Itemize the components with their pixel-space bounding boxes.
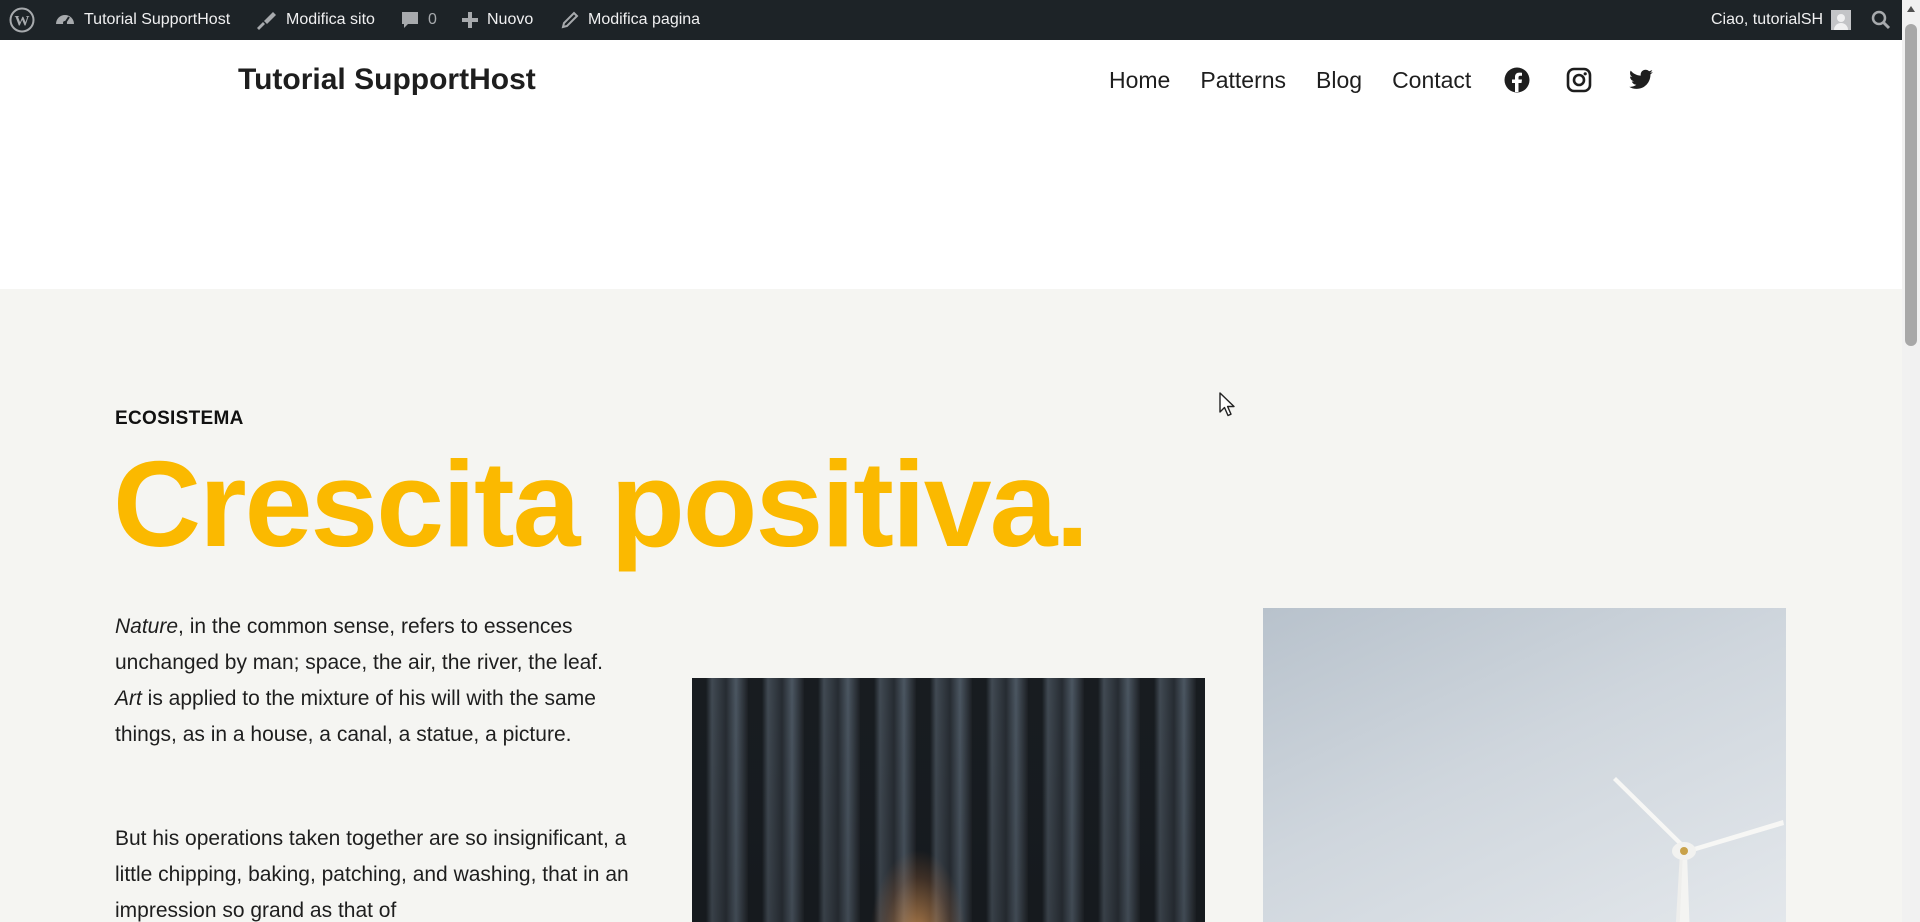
comments-count: 0 xyxy=(428,11,437,28)
scroll-up-arrow-icon[interactable] xyxy=(1902,0,1920,18)
hero-paragraph-2: But his operations taken together are so… xyxy=(115,827,629,922)
section-eyebrow: ECOSISTEMA xyxy=(115,408,244,429)
wordpress-menu[interactable]: W xyxy=(9,0,35,40)
account-menu[interactable]: Ciao, tutorialSH xyxy=(1711,0,1852,40)
wind-turbine-photo xyxy=(1263,608,1786,922)
admin-search[interactable] xyxy=(1871,0,1891,40)
site-name-menu[interactable]: Tutorial SupportHost xyxy=(54,0,230,40)
edit-page-menu[interactable]: Modifica pagina xyxy=(560,0,700,40)
wind-turbine-illustration xyxy=(1613,777,1784,922)
comments-menu[interactable]: 0 xyxy=(400,0,437,40)
svg-text:W: W xyxy=(15,14,30,30)
search-icon xyxy=(1871,10,1891,30)
site-title[interactable]: Tutorial SupportHost xyxy=(238,60,536,100)
art-emphasis: Art xyxy=(115,687,142,710)
pencil-icon xyxy=(560,10,580,30)
page-scrollbar[interactable] xyxy=(1902,0,1920,922)
site-name-label: Tutorial SupportHost xyxy=(84,11,231,28)
forest-photo xyxy=(692,678,1205,922)
edit-page-label: Modifica pagina xyxy=(588,11,701,28)
wordpress-logo-icon: W xyxy=(9,7,35,33)
comment-icon xyxy=(400,10,420,30)
brush-icon xyxy=(254,9,278,31)
greeting-label: Ciao, tutorialSH xyxy=(1711,11,1824,28)
para1-text-1: , in the common sense, refers to essence… xyxy=(115,615,603,674)
hero-headline: Crescita positiva. xyxy=(113,436,1089,572)
scrollbar-thumb[interactable] xyxy=(1905,24,1917,346)
plus-icon xyxy=(461,11,479,29)
para1-text-2: is applied to the mixture of his will wi… xyxy=(115,687,596,746)
hero-paragraph-1: Nature, in the common sense, refers to e… xyxy=(115,609,635,753)
mouse-cursor-icon xyxy=(1219,392,1237,423)
twitter-icon[interactable] xyxy=(1627,66,1655,94)
main-navigation: Home Patterns Blog Contact xyxy=(1109,60,1655,100)
admin-bar: W Tutorial SupportHost Modifica sito 0 N… xyxy=(0,0,1902,40)
hero-section: ECOSISTEMA Crescita positiva. Nature, in… xyxy=(0,289,1902,922)
instagram-icon[interactable] xyxy=(1565,66,1593,94)
edit-site-menu[interactable]: Modifica sito xyxy=(254,0,375,40)
new-label: Nuovo xyxy=(487,11,534,28)
edit-site-label: Modifica sito xyxy=(286,11,375,28)
nav-blog[interactable]: Blog xyxy=(1316,67,1362,94)
nature-emphasis: Nature xyxy=(115,615,179,638)
avatar xyxy=(1831,10,1852,30)
nav-contact[interactable]: Contact xyxy=(1392,67,1471,94)
nav-home[interactable]: Home xyxy=(1109,67,1170,94)
new-content-menu[interactable]: Nuovo xyxy=(461,0,533,40)
facebook-icon[interactable] xyxy=(1503,66,1531,94)
dashboard-icon xyxy=(54,9,76,31)
nav-patterns[interactable]: Patterns xyxy=(1200,67,1286,94)
